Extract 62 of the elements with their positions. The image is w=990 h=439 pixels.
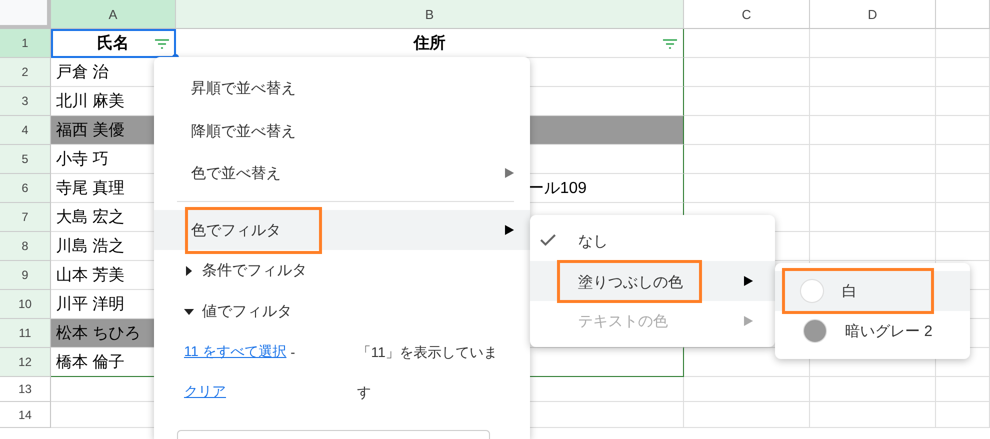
empty-cell[interactable] xyxy=(810,58,936,87)
empty-cell[interactable] xyxy=(810,402,936,428)
separator-text: - xyxy=(290,344,296,360)
empty-cell[interactable] xyxy=(810,116,936,145)
row-header[interactable]: 12 xyxy=(0,348,51,377)
row-header[interactable]: 7 xyxy=(0,203,51,232)
row-header[interactable]: 8 xyxy=(0,232,51,261)
row-header[interactable]: 10 xyxy=(0,290,51,319)
empty-cell[interactable] xyxy=(936,29,990,58)
row-header[interactable]: 9 xyxy=(0,261,51,290)
empty-cell[interactable] xyxy=(810,87,936,116)
row-header[interactable]: 3 xyxy=(0,87,51,116)
row-header[interactable]: 4 xyxy=(0,116,51,145)
caret-icon xyxy=(184,266,194,276)
empty-cell[interactable] xyxy=(810,232,936,261)
empty-cell[interactable] xyxy=(936,232,990,261)
column-header[interactable]: D xyxy=(810,0,936,29)
row-header[interactable]: 2 xyxy=(0,58,51,87)
caret-icon xyxy=(184,306,194,316)
empty-cell[interactable] xyxy=(684,402,810,428)
empty-cell[interactable] xyxy=(936,377,990,402)
empty-cell[interactable] xyxy=(810,145,936,174)
row-header[interactable]: 1 xyxy=(0,29,51,58)
submenu-arrow-icon xyxy=(505,168,514,178)
row-header[interactable]: 5 xyxy=(0,145,51,174)
select-all-corner[interactable] xyxy=(0,0,51,29)
empty-cell[interactable] xyxy=(936,402,990,428)
select-all-link[interactable]: 11 をすべて選択 xyxy=(184,343,286,361)
submenu-arrow-icon xyxy=(744,276,753,286)
empty-cell[interactable] xyxy=(684,29,810,58)
column-header[interactable]: B xyxy=(176,0,684,29)
empty-cell[interactable] xyxy=(936,145,990,174)
row-header[interactable]: 6 xyxy=(0,174,51,203)
empty-cell[interactable] xyxy=(684,145,810,174)
column-header[interactable]: A xyxy=(51,0,176,29)
empty-cell[interactable] xyxy=(810,377,936,402)
column-header[interactable]: C xyxy=(684,0,810,29)
empty-cell[interactable] xyxy=(810,203,936,232)
row-header[interactable]: 11 xyxy=(0,319,51,348)
menu-item[interactable]: 白 xyxy=(775,271,970,311)
empty-cell[interactable] xyxy=(684,58,810,87)
empty-cell[interactable] xyxy=(684,87,810,116)
empty-cell[interactable] xyxy=(936,87,990,116)
clear-link[interactable]: クリア xyxy=(184,383,226,401)
empty-cell[interactable] xyxy=(810,174,936,203)
menu-item[interactable]: 暗いグレー 2 xyxy=(775,311,970,351)
column-title-cell: 氏名 xyxy=(51,29,176,58)
column-header[interactable] xyxy=(936,0,990,29)
empty-cell[interactable] xyxy=(810,29,936,58)
status-text: 「11」を表示しています xyxy=(356,343,499,402)
empty-cell[interactable] xyxy=(936,203,990,232)
menu-item[interactable]: 塗りつぶしの色 xyxy=(530,261,775,301)
row-header[interactable]: 14 xyxy=(0,402,51,428)
submenu-arrow-icon xyxy=(505,225,514,235)
empty-cell[interactable] xyxy=(936,116,990,145)
empty-cell[interactable] xyxy=(936,58,990,87)
menu-item[interactable]: なし xyxy=(530,221,775,261)
row-header[interactable]: 13 xyxy=(0,377,51,402)
submenu-arrow-icon xyxy=(744,316,753,326)
empty-cell[interactable] xyxy=(936,174,990,203)
empty-cell[interactable] xyxy=(684,174,810,203)
empty-cell[interactable] xyxy=(684,377,810,402)
